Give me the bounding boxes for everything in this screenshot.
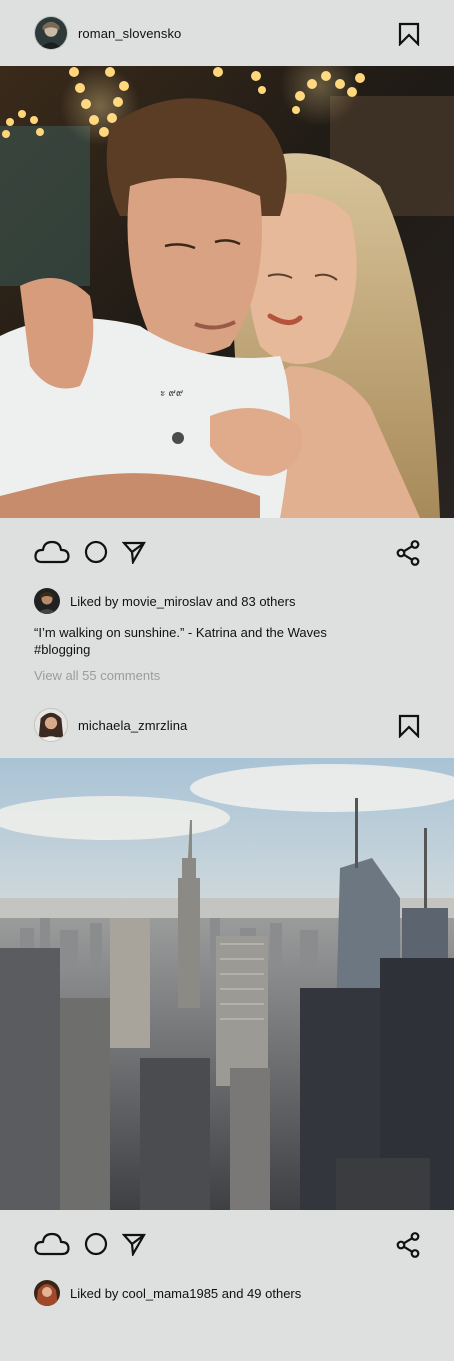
circle-icon[interactable] [84, 540, 108, 564]
post-photo-couple[interactable]: ะ ๙๙ [0, 66, 454, 518]
post: michaela_zmrzlina Liked by cool_mama1985… [0, 692, 454, 1308]
post-actions [0, 1210, 454, 1278]
share-icon[interactable] [396, 1232, 420, 1258]
post: roman_slovensko ะ ๙๙ Liked by movie_miro… [0, 0, 454, 688]
bookmark-icon[interactable] [398, 714, 420, 738]
avatar[interactable] [34, 708, 68, 742]
liker-avatar[interactable] [34, 1280, 60, 1306]
bookmark-icon[interactable] [398, 22, 420, 46]
paper-plane-icon[interactable] [122, 1232, 146, 1256]
avatar[interactable] [34, 16, 68, 50]
share-icon[interactable] [396, 540, 420, 566]
liker-avatar[interactable] [34, 588, 60, 614]
likes-text: Liked by movie_miroslav and 83 others [70, 593, 296, 609]
svg-text:ะ ๙๙: ะ ๙๙ [160, 388, 183, 399]
post-photo-city[interactable] [0, 758, 454, 1210]
likes-text: Liked by cool_mama1985 and 49 others [70, 1285, 302, 1301]
post-username[interactable]: roman_slovensko [78, 26, 181, 41]
paper-plane-icon[interactable] [122, 540, 146, 564]
post-username[interactable]: michaela_zmrzlina [78, 718, 187, 733]
post-caption: “I’m walking on sunshine.” - Katrina and… [0, 616, 454, 658]
likes-row: Liked by movie_miroslav and 83 others [0, 586, 454, 616]
caption-quote: “I’m walking on sunshine.” - Katrina and… [34, 625, 327, 640]
feed: roman_slovensko ะ ๙๙ Liked by movie_miro… [0, 0, 454, 1308]
cloud-icon[interactable] [34, 1231, 70, 1257]
cloud-icon[interactable] [34, 539, 70, 565]
caption-hashtag[interactable]: #blogging [34, 641, 420, 658]
likes-row: Liked by cool_mama1985 and 49 others [0, 1278, 454, 1308]
post-header: roman_slovensko [0, 0, 454, 66]
circle-icon[interactable] [84, 1232, 108, 1256]
post-actions [0, 518, 454, 586]
view-comments-link[interactable]: View all 55 comments [0, 658, 454, 688]
post-header: michaela_zmrzlina [0, 692, 454, 758]
